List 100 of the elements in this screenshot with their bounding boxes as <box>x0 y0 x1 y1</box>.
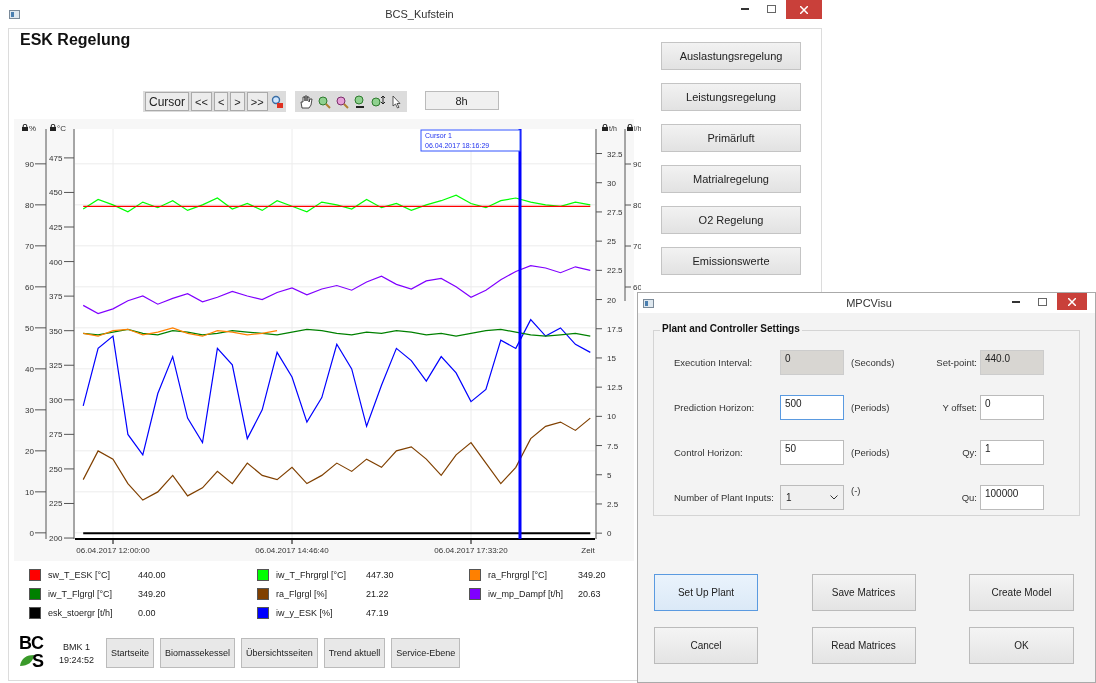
axis-tick-label: 7.5 <box>607 441 619 451</box>
input-field[interactable]: 0 <box>980 395 1044 420</box>
axis-unit: °C <box>57 124 66 133</box>
dialog-button[interactable]: Create Model <box>969 574 1074 611</box>
nav-button[interactable]: > <box>230 92 245 111</box>
unit-label: (Periods) <box>850 447 891 458</box>
axis-tick-label: 30 <box>607 178 616 188</box>
input-field[interactable]: 500 <box>780 395 844 420</box>
axis-tick-label: 70 <box>25 241 34 251</box>
axis-tick-label: 0 <box>29 528 34 538</box>
nav-button[interactable]: << <box>191 92 212 111</box>
hand-icon[interactable] <box>298 94 313 109</box>
page-title: ESK Regelung <box>19 30 132 50</box>
lock-icon[interactable] <box>50 124 56 131</box>
zoom-vertical-icon[interactable] <box>370 94 385 109</box>
zoom-in-icon[interactable] <box>316 94 331 109</box>
axis-tick-label: 50 <box>25 323 34 333</box>
input-field[interactable]: 100000 <box>980 485 1044 510</box>
axis-tick-label: 27.5 <box>607 207 623 217</box>
field-label: Y offset: <box>941 402 978 413</box>
zoom-fit-icon[interactable] <box>352 94 367 109</box>
side-menu-button[interactable]: Auslastungsregelung <box>661 42 801 70</box>
legend-label: esk_stoergr [t/h] <box>48 607 114 618</box>
legend-value: 447.30 <box>366 569 394 580</box>
axis-tick-label: 200 <box>49 534 63 544</box>
axis-tick-label: 475 <box>49 153 63 163</box>
dialog-button[interactable]: Cancel <box>654 627 758 664</box>
cursor-button[interactable]: Cursor <box>145 92 189 111</box>
axis-tick-label: 225 <box>49 499 63 509</box>
close-icon <box>800 5 808 14</box>
axis-tick-label: 250 <box>49 464 63 474</box>
axis-tick-label: 325 <box>49 361 63 371</box>
legend-label: sw_T_ESK [°C] <box>48 569 112 580</box>
field-label: Prediction Horizon: <box>674 402 756 413</box>
logo-text: S <box>32 652 44 670</box>
legend-label: ra_Flgrgl [%] <box>276 588 329 599</box>
side-menu-button[interactable]: Emissionswerte <box>661 247 801 275</box>
axis-tick-label: 10 <box>25 487 34 497</box>
field-label: Qy: <box>961 447 978 458</box>
nav-page-button[interactable]: Übersichtsseiten <box>241 638 318 668</box>
legend-label: iw_y_ESK [%] <box>276 607 334 618</box>
zoom-out-icon[interactable] <box>334 94 349 109</box>
axis-tick-label: 80 <box>633 201 641 210</box>
axis-tick-label: 17.5 <box>607 324 623 334</box>
side-menu-button[interactable]: Leistungsregelung <box>661 83 801 111</box>
field-label: Execution Interval: <box>674 357 754 368</box>
dialog-button[interactable]: OK <box>969 627 1074 664</box>
axis-tick-label: 80 <box>25 200 34 210</box>
station-label: BMK 1 <box>63 641 91 652</box>
dialog-button[interactable]: Set Up Plant <box>654 574 758 611</box>
legend-value: 20.63 <box>578 588 601 599</box>
legend-value: 349.20 <box>578 569 606 580</box>
time-range-button[interactable]: 8h <box>424 91 499 110</box>
legend-value: 440.00 <box>138 569 166 580</box>
magnifier-icon[interactable] <box>269 94 284 109</box>
nav-button[interactable]: >> <box>246 92 268 111</box>
legend-label: iw_T_Fhrgrgl [°C] <box>276 569 348 580</box>
dialog-button[interactable]: Read Matrices <box>811 627 916 664</box>
dialog-button[interactable]: Save Matrices <box>811 574 916 611</box>
input-field[interactable]: 50 <box>780 440 844 465</box>
legend-label: ra_Fhrgrgl [°C] <box>488 569 549 580</box>
minimize-icon <box>741 8 749 10</box>
cursor-line[interactable] <box>518 129 522 539</box>
lock-icon[interactable] <box>627 124 633 131</box>
unit-label: (Periods) <box>850 402 891 413</box>
maximize-icon <box>1037 298 1047 306</box>
axis-tick-label: 300 <box>49 395 63 405</box>
input-field[interactable]: 1 <box>980 440 1044 465</box>
nav-page-button[interactable]: Service-Ebene <box>391 638 461 668</box>
nav-button[interactable]: < <box>213 92 229 111</box>
axis-tick-label: 15 <box>607 353 616 363</box>
close-button[interactable] <box>786 0 822 19</box>
field-label: Set-point: <box>935 357 978 368</box>
side-menu-button[interactable]: O2 Regelung <box>661 206 801 234</box>
axis-tick-label: 12.5 <box>607 383 623 393</box>
dropdown[interactable]: 1 <box>780 485 844 510</box>
axis-tick-label: 70 <box>633 242 641 251</box>
side-menu-button[interactable]: Primärluft <box>661 124 801 152</box>
time-label: 06.04.2017 12:00:00 <box>76 546 150 555</box>
nav-page-button[interactable]: Biomassekessel <box>160 638 236 668</box>
axis-tick-label: 425 <box>49 223 63 232</box>
axis-unit: % <box>29 124 37 133</box>
lock-icon[interactable] <box>602 124 608 131</box>
nav-page-button[interactable]: Startseite <box>106 638 155 668</box>
lock-icon[interactable] <box>22 124 28 131</box>
axis-tick-label: 32.5 <box>607 149 623 159</box>
nav-page-button[interactable]: Trend aktuell <box>323 638 386 668</box>
axis-tick-label: 10 <box>607 412 616 422</box>
legend-label: iw_mp_Dampf [t/h] <box>488 588 565 599</box>
close-button[interactable] <box>1057 293 1087 310</box>
field-label: Qu: <box>960 492 978 503</box>
axis-tick-label: 0 <box>607 529 612 539</box>
time-label: 06.04.2017 14:46:40 <box>255 546 329 555</box>
axis-tick-label: 400 <box>49 257 63 267</box>
field-label: Number of Plant Inputs: <box>674 492 775 503</box>
close-icon <box>1068 297 1076 306</box>
side-menu-button[interactable]: Matrialregelung <box>661 165 801 193</box>
field-label: Control Horizon: <box>674 447 744 458</box>
axis-tick-label: 60 <box>633 283 641 292</box>
legend-value: 47.19 <box>366 607 389 618</box>
